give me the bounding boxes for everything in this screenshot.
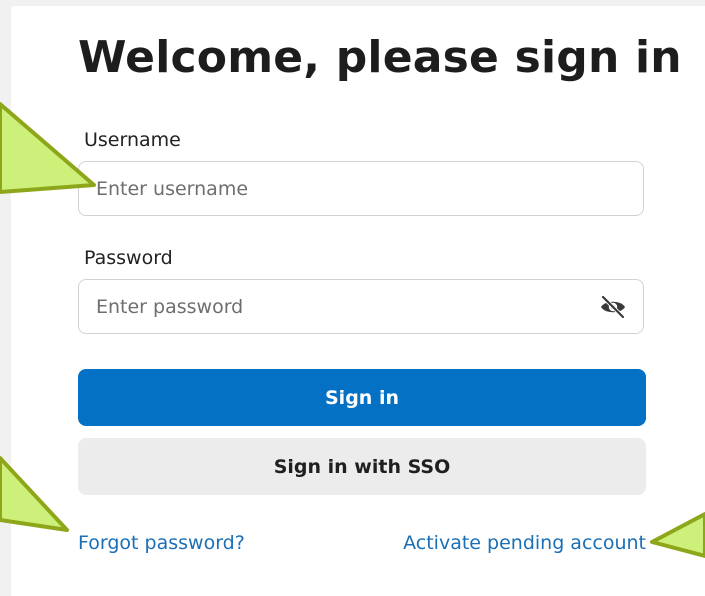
activate-pending-account-link[interactable]: Activate pending account — [403, 532, 646, 554]
username-field-container — [78, 161, 644, 216]
password-label: Password — [84, 247, 173, 269]
username-label: Username — [84, 129, 181, 151]
username-input[interactable] — [96, 162, 586, 215]
sign-in-sso-button[interactable]: Sign in with SSO — [78, 438, 646, 495]
password-field-container — [78, 279, 644, 334]
page-title: Welcome, please sign in — [78, 32, 682, 83]
password-input[interactable] — [96, 280, 586, 333]
eye-slash-icon[interactable] — [599, 294, 627, 320]
forgot-password-link[interactable]: Forgot password? — [78, 532, 245, 554]
sign-in-button[interactable]: Sign in — [78, 369, 646, 426]
